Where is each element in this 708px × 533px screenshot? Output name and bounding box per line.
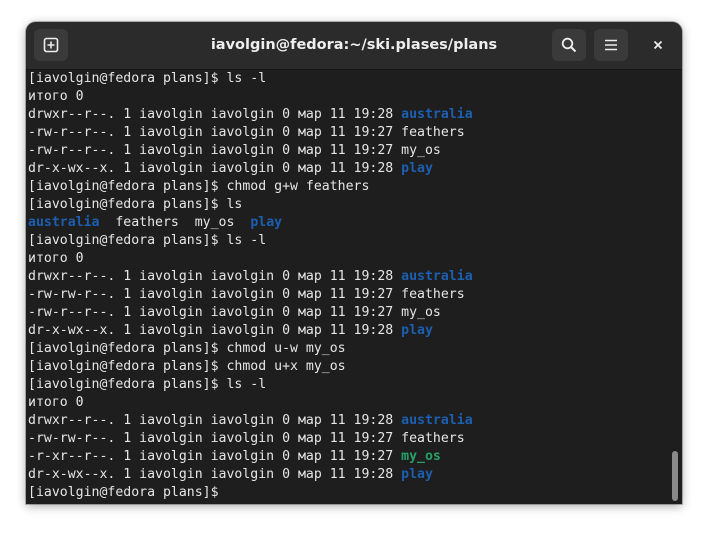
terminal-line: [iavolgin@fedora plans]$ ls -l	[28, 376, 473, 394]
terminal-line: dr-x-wx--x. 1 iavolgin iavolgin 0 мар 11…	[28, 466, 473, 484]
terminal-text: feathers my_os	[99, 215, 251, 230]
terminal-text: [iavolgin@fedora plans]$ chmod u+x my_os	[28, 359, 346, 374]
main-menu-button[interactable]	[594, 29, 628, 61]
search-button[interactable]	[552, 29, 586, 61]
terminal-line: -rw-r--r--. 1 iavolgin iavolgin 0 мар 11…	[28, 304, 473, 322]
search-icon	[561, 37, 577, 53]
terminal-text: [iavolgin@fedora plans]$ chmod g+w feath…	[28, 179, 370, 194]
terminal-text: -rw-rw-r--. 1 iavolgin iavolgin 0 мар 11…	[28, 287, 465, 302]
terminal-text: dr-x-wx--x. 1 iavolgin iavolgin 0 мар 11…	[28, 323, 402, 338]
terminal-line: -r-xr--r--. 1 iavolgin iavolgin 0 мар 11…	[28, 448, 473, 466]
close-button[interactable]	[646, 33, 670, 57]
terminal-text: -rw-r--r--. 1 iavolgin iavolgin 0 мар 11…	[28, 143, 441, 158]
terminal-line: dr-x-wx--x. 1 iavolgin iavolgin 0 мар 11…	[28, 322, 473, 340]
terminal-line: [iavolgin@fedora plans]$ chmod g+w feath…	[28, 178, 473, 196]
terminal-line: итого 0	[28, 88, 473, 106]
terminal-line: drwxr--r--. 1 iavolgin iavolgin 0 мар 11…	[28, 268, 473, 286]
terminal-line: [iavolgin@fedora plans]$ chmod u-w my_os	[28, 340, 473, 358]
terminal-text: -rw-rw-r--. 1 iavolgin iavolgin 0 мар 11…	[28, 431, 465, 446]
terminal-lines: [iavolgin@fedora plans]$ ls -l итого 0 drw…	[28, 70, 473, 502]
terminal-text: [iavolgin@fedora plans]$	[28, 485, 227, 500]
header-bar: iavolgin@fedora:~/ski.plases/plans	[26, 22, 682, 70]
terminal-text: итого 0	[28, 395, 84, 410]
directory-name: play	[401, 323, 433, 338]
terminal-text: drwxr--r--. 1 iavolgin iavolgin 0 мар 11…	[28, 269, 402, 284]
terminal-line: -rw-r--r--. 1 iavolgin iavolgin 0 мар 11…	[28, 142, 473, 160]
terminal-text: [iavolgin@fedora plans]$ chmod u-w my_os	[28, 341, 346, 356]
close-icon	[653, 40, 663, 50]
terminal-line: -rw-r--r--. 1 iavolgin iavolgin 0 мар 11…	[28, 124, 473, 142]
terminal-line: dr-x-wx--x. 1 iavolgin iavolgin 0 мар 11…	[28, 160, 473, 178]
terminal-line: [iavolgin@fedora plans]$ ls -l	[28, 232, 473, 250]
terminal-text: drwxr--r--. 1 iavolgin iavolgin 0 мар 11…	[28, 107, 402, 122]
terminal-line: [iavolgin@fedora plans]$ ls	[28, 196, 473, 214]
terminal-text: [iavolgin@fedora plans]$ ls -l	[28, 71, 267, 86]
terminal-window: iavolgin@fedora:~/ski.plases/plans [iavo…	[26, 22, 682, 504]
terminal-text: -rw-r--r--. 1 iavolgin iavolgin 0 мар 11…	[28, 305, 441, 320]
terminal-text: итого 0	[28, 89, 84, 104]
terminal-text: dr-x-wx--x. 1 iavolgin iavolgin 0 мар 11…	[28, 161, 402, 176]
terminal-line: [iavolgin@fedora plans]$ chmod u+x my_os	[28, 358, 473, 376]
terminal-line: [iavolgin@fedora plans]$ ls -l	[28, 70, 473, 88]
terminal-text: drwxr--r--. 1 iavolgin iavolgin 0 мар 11…	[28, 413, 402, 428]
directory-name: australia	[401, 413, 473, 428]
terminal-line: -rw-rw-r--. 1 iavolgin iavolgin 0 мар 11…	[28, 430, 473, 448]
terminal-line: australia feathers my_os play	[28, 214, 473, 232]
executable-name: my_os	[401, 449, 441, 464]
terminal-text: -rw-r--r--. 1 iavolgin iavolgin 0 мар 11…	[28, 125, 465, 140]
new-tab-icon	[43, 37, 59, 53]
terminal-line: итого 0	[28, 394, 473, 412]
directory-name: play	[250, 215, 283, 230]
terminal-text: -r-xr--r--. 1 iavolgin iavolgin 0 мар 11…	[28, 449, 402, 464]
directory-name: play	[401, 467, 433, 482]
terminal-line: [iavolgin@fedora plans]$	[28, 484, 473, 502]
terminal-line: drwxr--r--. 1 iavolgin iavolgin 0 мар 11…	[28, 106, 473, 124]
directory-name: australia	[401, 269, 473, 284]
directory-name: play	[401, 161, 433, 176]
terminal-line: drwxr--r--. 1 iavolgin iavolgin 0 мар 11…	[28, 412, 473, 430]
terminal-text: [iavolgin@fedora plans]$ ls -l	[28, 233, 267, 248]
directory-name: australia	[28, 215, 100, 230]
new-tab-button[interactable]	[34, 29, 68, 61]
terminal-text: [iavolgin@fedora plans]$ ls -l	[28, 377, 267, 392]
scrollbar-thumb[interactable]	[672, 451, 678, 501]
directory-name: australia	[401, 107, 473, 122]
terminal-text: итого 0	[28, 251, 84, 266]
hamburger-menu-icon	[605, 39, 617, 51]
terminal-output[interactable]: [iavolgin@fedora plans]$ ls -l итого 0 drw…	[26, 70, 682, 504]
terminal-line: итого 0	[28, 250, 473, 268]
terminal-text: [iavolgin@fedora plans]$ ls	[28, 197, 243, 212]
terminal-line: -rw-rw-r--. 1 iavolgin iavolgin 0 мар 11…	[28, 286, 473, 304]
terminal-text: dr-x-wx--x. 1 iavolgin iavolgin 0 мар 11…	[28, 467, 402, 482]
